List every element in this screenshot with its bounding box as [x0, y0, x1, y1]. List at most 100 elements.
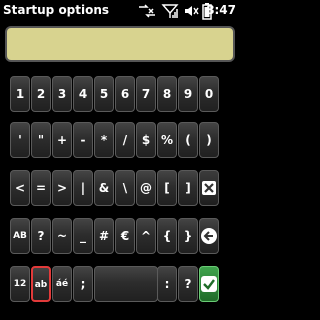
key-label: ? [184, 277, 192, 291]
key-label: ) [206, 133, 212, 147]
key-label: - [80, 133, 86, 147]
window-title: Startup options [3, 3, 110, 17]
key-uppercase[interactable]: AB [10, 218, 30, 254]
key-semicolon[interactable]: ; [73, 266, 93, 302]
key-label: ( [185, 133, 191, 147]
key-label: 3 [57, 87, 67, 101]
key-ampersand[interactable]: & [94, 170, 114, 206]
key-7[interactable]: 7 [136, 76, 156, 112]
clear-button[interactable] [199, 170, 219, 206]
key-at[interactable]: @ [136, 170, 156, 206]
key-close-bracket[interactable]: ] [178, 170, 198, 206]
key-label: < [14, 181, 26, 195]
key-1[interactable]: 1 [10, 76, 30, 112]
key-apostrophe[interactable]: ' [10, 122, 30, 158]
network-sync-icon[interactable] [136, 2, 158, 20]
key-label: 7 [141, 87, 151, 101]
key-label: AB [13, 231, 27, 241]
key-tilde[interactable]: ~ [52, 218, 72, 254]
key-label: ab [34, 280, 48, 290]
key-label: / [122, 133, 128, 147]
key-label: > [56, 181, 68, 195]
key-open-paren[interactable]: ( [178, 122, 198, 158]
key-label: | [80, 181, 86, 195]
key-close-paren[interactable]: ) [199, 122, 219, 158]
key-label: [ [164, 181, 170, 195]
key-label: : [164, 277, 170, 291]
key-label: 12 [13, 279, 27, 289]
key-euro[interactable]: € [115, 218, 135, 254]
key-label: ] [185, 181, 191, 195]
key-lowercase-mode[interactable]: ab [31, 266, 51, 302]
key-9[interactable]: 9 [178, 76, 198, 112]
key-label: € [120, 229, 130, 243]
volume-icon[interactable] [182, 2, 200, 20]
key-label: 0 [204, 87, 214, 101]
key-open-brace[interactable]: { [157, 218, 177, 254]
key-underscore[interactable]: _ [73, 218, 93, 254]
key-label: # [98, 229, 110, 243]
key-greater-than[interactable]: > [52, 170, 72, 206]
key-close-brace[interactable]: } [178, 218, 198, 254]
back-arrow-icon [200, 219, 218, 253]
backspace-button[interactable] [199, 218, 219, 254]
key-percent[interactable]: % [157, 122, 177, 158]
key-backslash[interactable]: \ [115, 170, 135, 206]
key-numeric-mode[interactable]: 12 [10, 266, 30, 302]
key-hash[interactable]: # [94, 218, 114, 254]
status-bar: Startup options 8:47 [0, 0, 240, 22]
key-label: $ [141, 133, 151, 147]
key-label: áé [55, 279, 69, 289]
key-pipe[interactable]: | [73, 170, 93, 206]
text-display[interactable] [5, 26, 235, 62]
key-label: _ [80, 229, 86, 243]
signal-icon[interactable] [160, 2, 180, 20]
key-label: * [100, 133, 108, 147]
key-label: % [160, 133, 174, 147]
key-label: ~ [56, 229, 68, 243]
key-minus[interactable]: - [73, 122, 93, 158]
key-label: ' [18, 133, 22, 147]
key-label: 6 [120, 87, 130, 101]
key-caret[interactable]: ^ [136, 218, 156, 254]
key-open-bracket[interactable]: [ [157, 170, 177, 206]
key-accent-mode[interactable]: áé [52, 266, 72, 302]
key-quote[interactable]: " [31, 122, 51, 158]
key-label: 9 [183, 87, 193, 101]
on-screen-keyboard: 1 2 3 4 5 6 7 8 9 0 ' " + - * / $ % ( ) … [0, 66, 240, 320]
key-slash[interactable]: / [115, 122, 135, 158]
key-5[interactable]: 5 [94, 76, 114, 112]
key-label: = [35, 181, 47, 195]
key-asterisk[interactable]: * [94, 122, 114, 158]
key-label: " [37, 133, 45, 147]
key-plus[interactable]: + [52, 122, 72, 158]
key-equals[interactable]: = [31, 170, 51, 206]
key-3[interactable]: 3 [52, 76, 72, 112]
key-question-2[interactable]: ? [178, 266, 198, 302]
key-question[interactable]: ? [31, 218, 51, 254]
clock-time: 8:47 [206, 3, 236, 17]
key-label: 2 [36, 87, 46, 101]
spacebar[interactable] [94, 266, 158, 302]
key-colon[interactable]: : [157, 266, 177, 302]
key-label: 4 [78, 87, 88, 101]
clear-x-icon [200, 171, 218, 205]
key-label: ; [80, 277, 86, 291]
key-label: @ [140, 181, 152, 195]
key-label: & [98, 181, 110, 195]
key-dollar[interactable]: $ [136, 122, 156, 158]
key-label: \ [122, 181, 128, 195]
check-icon [200, 267, 218, 301]
key-2[interactable]: 2 [31, 76, 51, 112]
key-0[interactable]: 0 [199, 76, 219, 112]
key-label: { [162, 229, 172, 243]
key-label: 8 [162, 87, 172, 101]
key-4[interactable]: 4 [73, 76, 93, 112]
key-less-than[interactable]: < [10, 170, 30, 206]
key-label: 1 [15, 87, 25, 101]
key-8[interactable]: 8 [157, 76, 177, 112]
key-label: ^ [140, 229, 152, 243]
key-label: ? [37, 229, 45, 243]
key-6[interactable]: 6 [115, 76, 135, 112]
ok-button[interactable] [199, 266, 219, 302]
